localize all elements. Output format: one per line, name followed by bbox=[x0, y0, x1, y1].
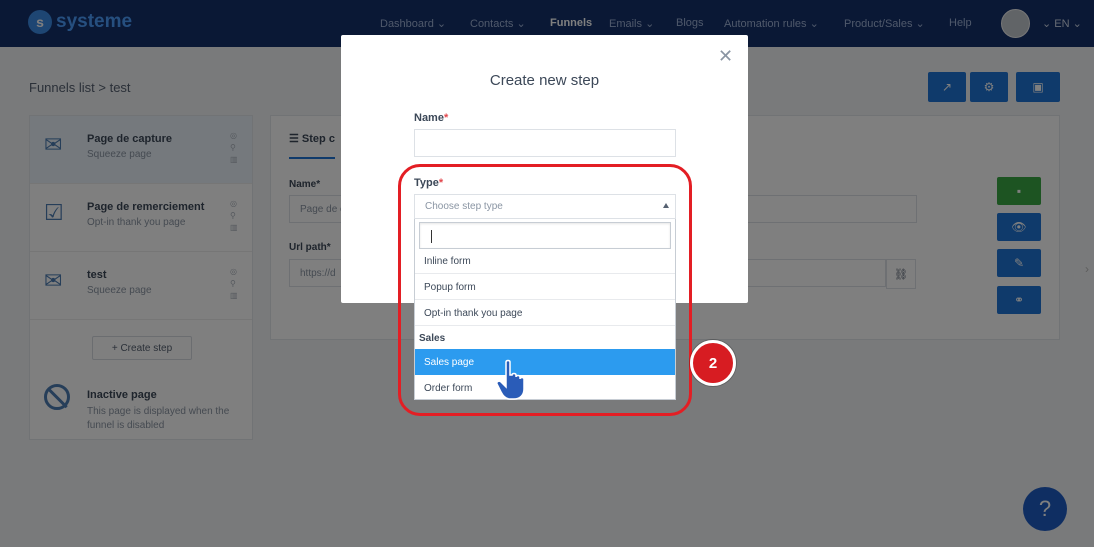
step-name-field[interactable] bbox=[414, 129, 676, 157]
annotation-step-badge: 2 bbox=[690, 340, 736, 386]
close-icon[interactable]: ✕ bbox=[718, 46, 733, 67]
name-label: Name* bbox=[414, 112, 449, 124]
modal-title: Create new step bbox=[489, 72, 600, 89]
pointer-hand-icon bbox=[496, 359, 525, 400]
annotation-highlight-ring bbox=[398, 164, 692, 416]
